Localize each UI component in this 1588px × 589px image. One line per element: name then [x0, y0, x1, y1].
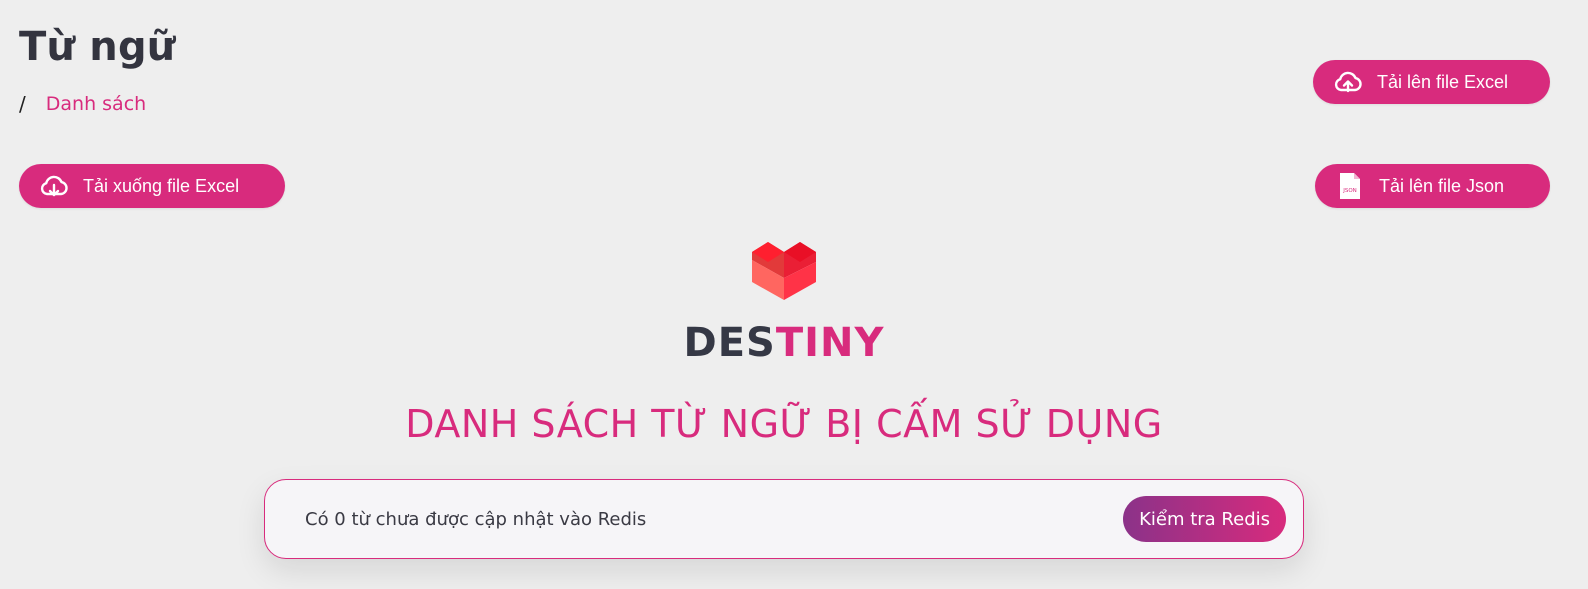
- upload-json-label: Tải lên file Json: [1379, 175, 1505, 196]
- breadcrumb-separator: /: [19, 92, 26, 116]
- brand-part-1: DES: [683, 320, 776, 366]
- cloud-upload-icon: [1333, 69, 1363, 95]
- brand-name: DESTINY: [0, 320, 1568, 366]
- section-headline: DANH SÁCH TỪ NGỮ BỊ CẤM SỬ DỤNG: [405, 402, 1163, 446]
- redis-notice-card: Có 0 từ chưa được cập nhật vào Redis Kiể…: [264, 479, 1304, 559]
- check-redis-button[interactable]: Kiểm tra Redis: [1123, 496, 1286, 542]
- breadcrumb-item-list[interactable]: Danh sách: [46, 93, 146, 115]
- breadcrumb: / Danh sách: [19, 92, 146, 116]
- json-file-icon: JSON: [1335, 173, 1365, 199]
- upload-excel-label: Tải lên file Excel: [1377, 71, 1509, 92]
- page-title: Từ ngữ: [19, 24, 176, 70]
- json-icon-text: JSON: [1342, 188, 1357, 194]
- download-excel-button[interactable]: Tải xuống file Excel: [19, 164, 285, 208]
- redis-notice-text: Có 0 từ chưa được cập nhật vào Redis: [305, 508, 647, 530]
- brand-part-2: TINY: [775, 320, 885, 366]
- heart-cube-icon: [750, 240, 818, 302]
- upload-json-button[interactable]: JSON Tải lên file Json: [1315, 164, 1550, 208]
- upload-excel-button[interactable]: Tải lên file Excel: [1313, 60, 1550, 104]
- cloud-download-icon: [39, 173, 69, 199]
- download-excel-label: Tải xuống file Excel: [83, 175, 240, 196]
